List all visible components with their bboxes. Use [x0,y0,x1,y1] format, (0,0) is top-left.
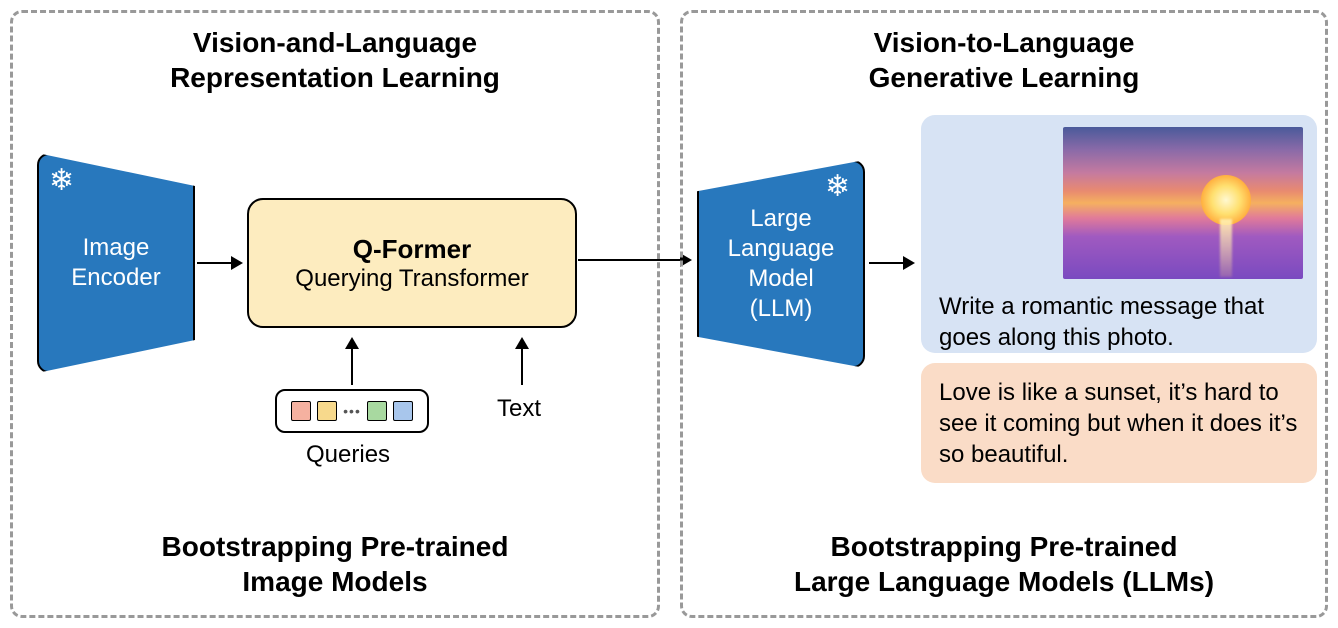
snowflake-icon: ❄ [825,169,850,204]
right-footer-line2: Large Language Models (LLMs) [794,566,1214,597]
ellipsis-icon: ••• [343,403,361,419]
text-label: Text [497,395,541,423]
prompt-text: Write a romantic message that goes along… [939,291,1299,353]
qformer-title: Q-Former [353,234,471,265]
response-text: Love is like a sunset, it’s hard to see … [939,379,1297,468]
right-footer: Bootstrapping Pre-trained Large Language… [683,529,1325,599]
snowflake-icon: ❄ [49,163,74,198]
arrow-head-icon [345,337,359,349]
right-title-line2: Generative Learning [869,62,1140,93]
prompt-card: Write a romantic message that goes along… [921,115,1317,353]
sunset-image [1063,127,1303,279]
arrow-head-icon [903,256,915,270]
arrow-head-icon [515,337,529,349]
arrow-text-to-qformer [521,347,523,385]
right-footer-line1: Bootstrapping Pre-trained [831,531,1178,562]
arrow-qformer-to-llm [578,259,682,261]
queries-tokens: ••• [275,389,429,433]
query-token [291,401,311,421]
arrow-llm-to-output [869,262,905,264]
left-footer-line2: Image Models [242,566,427,597]
panel-representation-learning: Vision-and-Language Representation Learn… [10,10,660,618]
arrow-queries-to-qformer [351,347,353,385]
glare-icon [1220,219,1232,277]
query-token [393,401,413,421]
right-title-line1: Vision-to-Language [874,27,1135,58]
panel-generative-learning: Vision-to-Language Generative Learning L… [680,10,1328,618]
left-footer: Bootstrapping Pre-trained Image Models [13,529,657,599]
query-token [367,401,387,421]
left-title-line2: Representation Learning [170,62,500,93]
left-title: Vision-and-Language Representation Learn… [13,25,657,95]
sun-icon [1201,175,1251,225]
llm-label: Large Language Model (LLM) [728,204,835,324]
arrow-encoder-to-qformer [197,262,233,264]
qformer-subtitle: Querying Transformer [295,265,528,293]
query-token [317,401,337,421]
right-title: Vision-to-Language Generative Learning [683,25,1325,95]
queries-label: Queries [306,441,390,469]
response-card: Love is like a sunset, it’s hard to see … [921,363,1317,483]
arrow-head-icon [231,256,243,270]
qformer-block: Q-Former Querying Transformer [247,198,577,328]
left-title-line1: Vision-and-Language [193,27,477,58]
image-encoder-label: Image Encoder [71,233,160,293]
left-footer-line1: Bootstrapping Pre-trained [162,531,509,562]
